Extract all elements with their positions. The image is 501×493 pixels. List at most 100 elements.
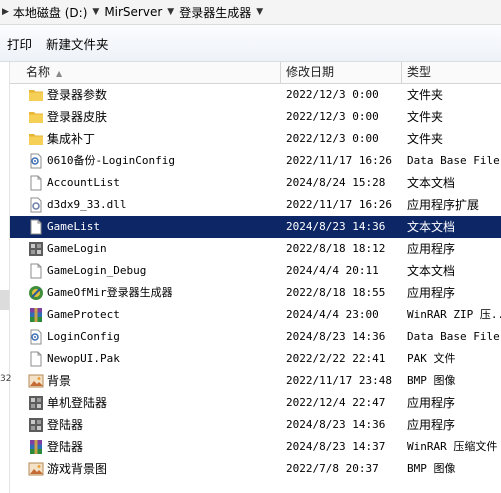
file-name: 登录器参数 <box>47 88 108 102</box>
file-row[interactable]: GameLogin 2022/8/18 18:12 应用程序 <box>10 238 501 260</box>
file-modified-date: 2022/11/17 16:26 <box>286 154 392 167</box>
file-type: 文本文档 <box>407 220 456 234</box>
file-name: 单机登陆器 <box>47 396 108 410</box>
file-name: NewopUI.Pak <box>47 352 120 365</box>
file-type: 文本文档 <box>407 264 456 278</box>
winrar-icon <box>28 439 44 455</box>
file-name: 登陆器 <box>47 418 84 432</box>
file-row[interactable]: AccountList 2024/8/24 15:28 文本文档 <box>10 172 501 194</box>
chevron-down-icon[interactable]: ▼ <box>256 7 263 17</box>
file-modified-date: 2022/12/3 0:00 <box>286 132 379 145</box>
file-row[interactable]: GameOfMir登录器生成器 2022/8/18 18:55 应用程序 <box>10 282 501 304</box>
file-modified-date: 2024/4/4 23:00 <box>286 308 379 321</box>
sort-ascending-icon: ▲ <box>56 69 63 78</box>
file-name: 登陆器 <box>47 440 84 454</box>
file-name: GameLogin <box>47 242 107 255</box>
file-row[interactable]: 0610备份-LoginConfig 2022/11/17 16:26 Data B… <box>10 150 501 172</box>
file-list: 登录器参数 2022/12/3 0:00 文件夹 登录器皮肤 2022/12/3 0:0… <box>10 84 501 480</box>
file-modified-date: 2022/8/18 18:55 <box>286 286 386 299</box>
file-row[interactable]: 背景 2022/11/17 23:48 BMP 图像 <box>10 370 501 392</box>
text-file-icon <box>28 263 44 279</box>
file-modified-date: 2022/12/3 0:00 <box>286 88 379 101</box>
address-bar[interactable]: ▶ 本地磁盘 (D:) ▼ MirServer ▼ 登录器生成器 ▼ <box>0 0 501 25</box>
file-type: 文本文档 <box>407 176 456 190</box>
file-row[interactable]: 集成补丁 2022/12/3 0:00 文件夹 <box>10 128 501 150</box>
file-modified-date: 2024/8/23 14:36 <box>286 330 386 343</box>
file-row[interactable]: GameLogin_Debug 2024/4/4 20:11 文本文档 <box>10 260 501 282</box>
text-file-icon <box>28 175 44 191</box>
file-row[interactable]: LoginConfig 2024/8/23 14:36 Data Base File <box>10 326 501 348</box>
breadcrumb-drive[interactable]: 本地磁盘 (D:) <box>12 4 88 21</box>
config-file-icon <box>28 153 44 169</box>
folder-icon <box>28 131 44 147</box>
file-name: GameProtect <box>47 308 120 321</box>
file-modified-date: 2024/8/23 14:37 <box>286 440 386 453</box>
file-type: 应用程序 <box>407 396 456 410</box>
file-type: PAK 文件 <box>407 352 456 365</box>
file-type: 文件夹 <box>407 132 444 146</box>
file-name: 0610备份-LoginConfig <box>47 154 175 167</box>
file-type: WinRAR 压缩文件 <box>407 440 498 453</box>
file-modified-date: 2024/4/4 20:11 <box>286 264 379 277</box>
file-modified-date: 2024/8/23 14:36 <box>286 220 386 233</box>
file-name: GameList <box>47 220 100 233</box>
file-row[interactable]: NewopUI.Pak 2022/2/22 22:41 PAK 文件 <box>10 348 501 370</box>
bmp-image-icon <box>28 461 44 477</box>
file-type: 应用程序 <box>407 418 456 432</box>
file-row[interactable]: GameList 2024/8/23 14:36 文本文档 <box>10 216 501 238</box>
header-type[interactable]: 类型 <box>402 62 501 83</box>
file-name: 游戏背景图 <box>47 462 108 476</box>
file-type: WinRAR ZIP 压... <box>407 308 501 321</box>
file-modified-date: 2022/8/18 18:12 <box>286 242 386 255</box>
file-name: LoginConfig <box>47 330 120 343</box>
file-type: 应用程序 <box>407 242 456 256</box>
file-modified-date: 2022/12/3 0:00 <box>286 110 379 123</box>
app-grid-icon <box>28 241 44 257</box>
navigation-pane[interactable]: 32 <box>0 62 11 493</box>
chevron-down-icon[interactable]: ▼ <box>92 7 99 17</box>
header-name[interactable]: 名称 ▲ <box>10 62 281 83</box>
file-modified-date: 2022/7/8 20:37 <box>286 462 379 475</box>
file-name: 集成补丁 <box>47 132 96 146</box>
file-row[interactable]: 登陆器 2024/8/23 14:37 WinRAR 压缩文件 <box>10 436 501 458</box>
breadcrumb-generator[interactable]: 登录器生成器 <box>178 4 252 21</box>
file-row[interactable]: d3dx9_33.dll 2022/11/17 16:26 应用程序扩展 <box>10 194 501 216</box>
print-button[interactable]: 打印 <box>0 34 39 53</box>
file-row[interactable]: GameProtect 2024/4/4 23:00 WinRAR ZIP 压... <box>10 304 501 326</box>
file-modified-date: 2024/8/24 15:28 <box>286 176 386 189</box>
file-modified-date: 2022/11/17 16:26 <box>286 198 392 211</box>
file-row[interactable]: 游戏背景图 2022/7/8 20:37 BMP 图像 <box>10 458 501 480</box>
file-type: 文件夹 <box>407 110 444 124</box>
toolbar: 打印 新建文件夹 <box>0 25 501 62</box>
file-modified-date: 2022/11/17 23:48 <box>286 374 392 387</box>
file-name: GameLogin_Debug <box>47 264 147 277</box>
chevron-down-icon[interactable]: ▼ <box>167 7 174 17</box>
file-name: 背景 <box>47 374 72 388</box>
file-type: BMP 图像 <box>407 462 456 475</box>
dll-file-icon <box>28 197 44 213</box>
file-row[interactable]: 登陆器 2024/8/23 14:36 应用程序 <box>10 414 501 436</box>
file-row[interactable]: 单机登陆器 2022/12/4 22:47 应用程序 <box>10 392 501 414</box>
folder-icon <box>28 109 44 125</box>
mir-app-icon <box>28 285 44 301</box>
file-row[interactable]: 登录器参数 2022/12/3 0:00 文件夹 <box>10 84 501 106</box>
file-name: GameOfMir登录器生成器 <box>47 286 173 299</box>
folder-icon <box>28 87 44 103</box>
header-date[interactable]: 修改日期 <box>281 62 402 83</box>
blank-file-icon <box>28 351 44 367</box>
file-name: 登录器皮肤 <box>47 110 108 124</box>
file-type: 文件夹 <box>407 88 444 102</box>
file-type: 应用程序扩展 <box>407 198 480 212</box>
file-name: d3dx9_33.dll <box>47 198 127 211</box>
chevron-right-icon: ▶ <box>2 7 9 17</box>
file-row[interactable]: 登录器皮肤 2022/12/3 0:00 文件夹 <box>10 106 501 128</box>
new-folder-button[interactable]: 新建文件夹 <box>39 34 116 53</box>
bmp-image-icon <box>28 373 44 389</box>
app-grid-icon <box>28 395 44 411</box>
column-header: 名称 ▲ 修改日期 类型 <box>10 62 501 84</box>
file-name: AccountList <box>47 176 120 189</box>
file-type: BMP 图像 <box>407 374 456 387</box>
file-type: Data Base File <box>407 330 500 343</box>
file-type: Data Base File <box>407 154 500 167</box>
breadcrumb-mirserver[interactable]: MirServer <box>103 5 163 19</box>
